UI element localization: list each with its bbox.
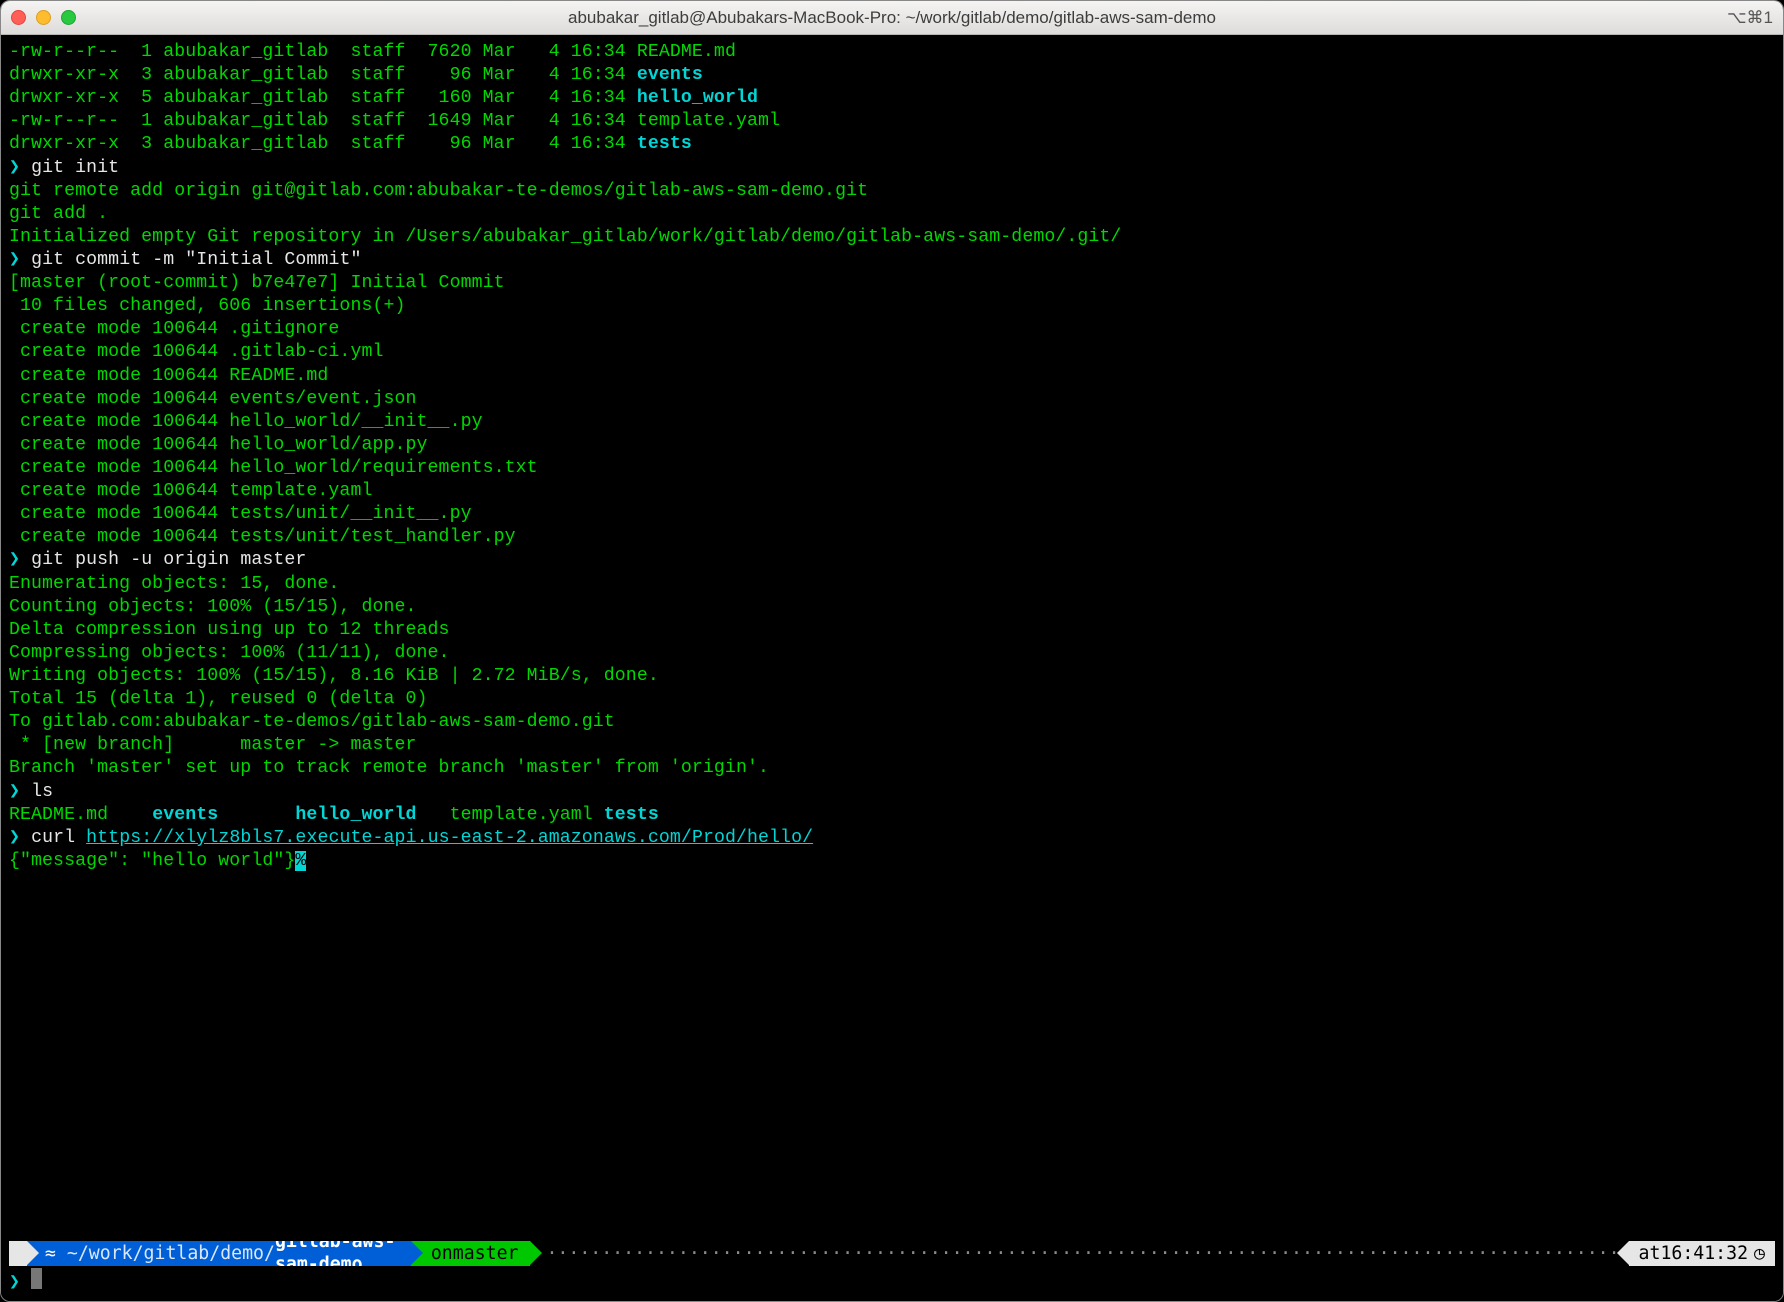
file-name: tests [637,134,692,154]
output-line: Counting objects: 100% (15/15), done. [9,596,1775,619]
curl-url[interactable]: https://xlylz8bls7.execute-api.us-east-2… [86,828,813,848]
clock-icon: ◷ [1754,1242,1765,1265]
output-line: * [new branch] master -> master [9,734,1775,757]
status-path-tail: gitlab-aws-sam-demo [275,1241,399,1266]
output-line: create mode 100644 hello_world/requireme… [9,457,1775,480]
window-title: abubakar_gitlab@Abubakars-MacBook-Pro: ~… [1,7,1783,29]
output-line: Delta compression using up to 12 threads [9,619,1775,642]
minimize-icon[interactable] [36,10,51,25]
cmd-curl: curl [31,828,86,848]
status-filler-dots: ········································… [542,1242,1616,1265]
terminal-body[interactable]: -rw-r--r-- 1 abubakar_gitlab staff 7620 … [1,35,1783,1241]
cmd-git-commit: git commit -m "Initial Commit" [31,250,361,270]
output-line: create mode 100644 hello_world/app.py [9,434,1775,457]
cursor-icon [31,1268,42,1289]
chevron-right-icon [411,1241,423,1265]
file-name: template.yaml [637,111,780,131]
status-path-segment: ≈ ~/work/gitlab/demo/gitlab-aws-sam-demo [27,1241,411,1266]
output-line: create mode 100644 .gitignore [9,318,1775,341]
apple-icon [9,1241,27,1266]
status-prompt-glyph: ≈ [45,1242,56,1265]
output-line: Enumerating objects: 15, done. [9,573,1775,596]
output-line: [master (root-commit) b7e47e7] Initial C… [9,272,1775,295]
close-icon[interactable] [11,10,26,25]
prompt-caret: ❯ [9,1271,20,1292]
traffic-lights [11,10,76,25]
file-name: hello_world [637,88,758,108]
file-name: events [637,65,703,85]
status-time-prefix: at [1639,1242,1661,1265]
curl-response: {"message": "hello world"}% [9,850,1775,873]
output-line: To gitlab.com:abubakar-te-demos/gitlab-a… [9,711,1775,734]
output-line: create mode 100644 hello_world/__init__.… [9,411,1775,434]
titlebar: abubakar_gitlab@Abubakars-MacBook-Pro: ~… [1,1,1783,35]
status-time: 16:41:32 [1660,1242,1748,1265]
terminal-window: abubakar_gitlab@Abubakars-MacBook-Pro: ~… [0,0,1784,1302]
output-line: 10 files changed, 606 insertions(+) [9,295,1775,318]
cmd-git-init: git init [31,158,119,178]
ls-row: -rw-r--r-- 1 abubakar_gitlab staff 1649 … [9,110,1775,133]
cmd-ls: ls [31,782,53,802]
ls-row: drwxr-xr-x 3 abubakar_gitlab staff 96 Ma… [9,133,1775,156]
output-line: create mode 100644 README.md [9,365,1775,388]
output-line: Total 15 (delta 1), reused 0 (delta 0) [9,688,1775,711]
ls-row: drwxr-xr-x 5 abubakar_gitlab staff 160 M… [9,87,1775,110]
output-line: create mode 100644 events/event.json [9,388,1775,411]
output-line: create mode 100644 tests/unit/__init__.p… [9,503,1775,526]
output-line: create mode 100644 tests/unit/test_handl… [9,526,1775,549]
powerline-status: ≈ ~/work/gitlab/demo/gitlab-aws-sam-demo… [9,1241,1775,1266]
status-bar: ≈ ~/work/gitlab/demo/gitlab-aws-sam-demo… [1,1241,1783,1301]
ls-row: drwxr-xr-x 3 abubakar_gitlab staff 96 Ma… [9,64,1775,87]
output-line: create mode 100644 template.yaml [9,480,1775,503]
output-line: Initialized empty Git repository in /Use… [9,226,1775,249]
chevron-left-icon [1617,1241,1629,1265]
status-time-segment: at 16:41:32 ◷ [1629,1241,1775,1266]
output-line: Compressing objects: 100% (11/11), done. [9,642,1775,665]
output-line: Writing objects: 100% (15/15), 8.16 KiB … [9,665,1775,688]
titlebar-shortcut-label: ⌥⌘1 [1727,7,1773,29]
status-branch-on: on [431,1242,453,1265]
zoom-icon[interactable] [61,10,76,25]
output-line: create mode 100644 .gitlab-ci.yml [9,341,1775,364]
prompt-line[interactable]: ❯ [9,1266,1775,1293]
status-branch-name: master [453,1242,519,1265]
output-line: git remote add origin git@gitlab.com:abu… [9,180,1775,203]
chevron-right-icon [27,1241,39,1265]
status-branch-segment: on master [411,1241,531,1266]
status-path: ~/work/gitlab/demo/ [67,1242,275,1265]
file-name: README.md [637,42,736,62]
ls-row: -rw-r--r-- 1 abubakar_gitlab staff 7620 … [9,41,1775,64]
output-line: git add . [9,203,1775,226]
output-line: Branch 'master' set up to track remote b… [9,757,1775,780]
chevron-right-icon [530,1241,542,1265]
ls-short-row: README.md events hello_world template.ya… [9,804,1775,827]
cmd-git-push: git push -u origin master [31,550,306,570]
